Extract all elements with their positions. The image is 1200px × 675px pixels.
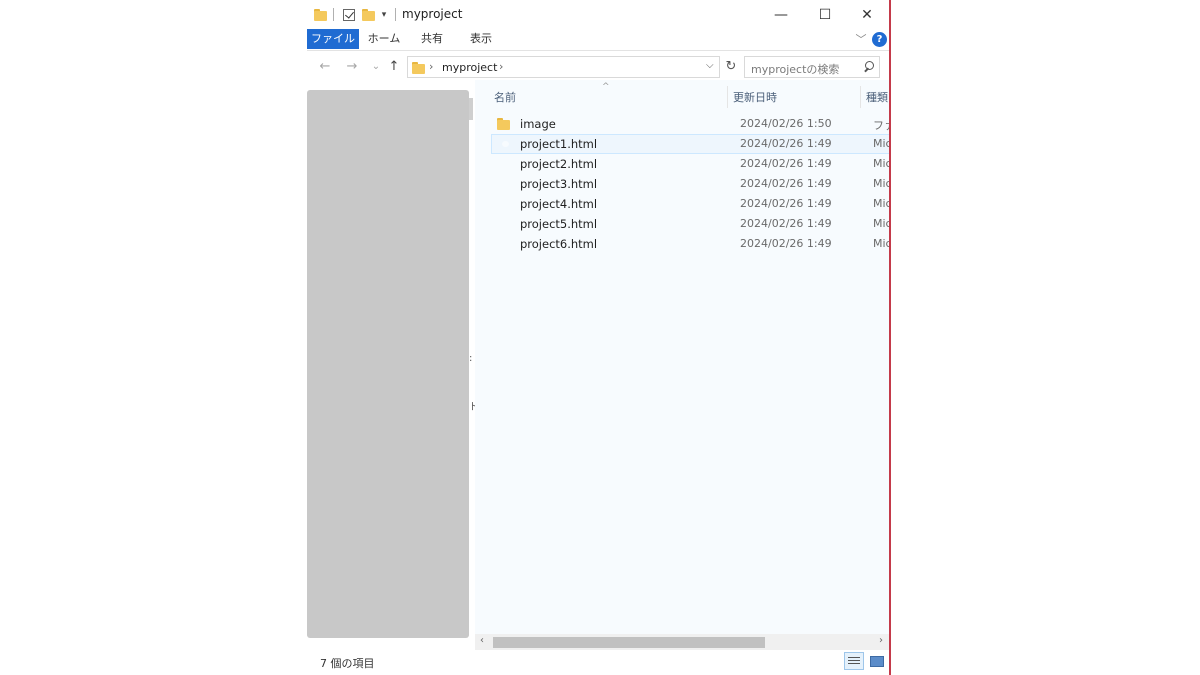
toolbar-separator <box>395 8 396 21</box>
search-box[interactable]: myprojectの検索 <box>744 56 880 78</box>
scrollbar-thumb[interactable] <box>493 637 765 648</box>
item-count: 7 個の項目 <box>320 657 375 670</box>
file-type: Micro <box>873 197 889 210</box>
list-item[interactable]: project3.html 2024/02/26 1:49 Micro <box>491 174 889 194</box>
tab-view[interactable]: 表示 <box>461 29 501 49</box>
file-type: Micro <box>873 157 889 170</box>
tab-share[interactable]: 共有 <box>413 29 451 49</box>
file-list: ^ 名前 更新日時 種類 image 2024/02/26 1:50 ファイ p… <box>475 80 889 635</box>
sort-ascending-icon: ^ <box>602 82 610 92</box>
folder-icon <box>497 118 512 133</box>
title-bar: ▾ myproject — ☐ ✕ <box>307 0 889 29</box>
scroll-left-icon[interactable]: ‹ <box>480 635 484 646</box>
quick-access-dropdown-icon[interactable]: ▾ <box>379 6 389 24</box>
new-folder-icon[interactable] <box>361 6 375 24</box>
breadcrumb-myproject[interactable]: myproject <box>442 61 497 74</box>
search-input[interactable]: myprojectの検索 <box>751 61 839 77</box>
file-date: 2024/02/26 1:49 <box>740 217 832 230</box>
forward-arrow-icon[interactable]: → <box>343 58 361 76</box>
navigation-pane-scrollbar[interactable] <box>469 98 473 120</box>
address-folder-icon <box>412 62 425 74</box>
details-view-icon[interactable] <box>844 652 864 670</box>
file-name: project2.html <box>520 157 598 171</box>
ribbon-expand-icon[interactable]: ﹀ <box>854 31 868 46</box>
refresh-icon[interactable]: ↻ <box>721 57 741 77</box>
back-arrow-icon[interactable]: ← <box>316 58 334 76</box>
horizontal-scrollbar[interactable]: ‹ › <box>475 634 889 650</box>
file-name: project1.html <box>520 137 598 151</box>
status-bar: 7 個の項目 <box>307 650 889 675</box>
file-name: project4.html <box>520 197 598 211</box>
file-date: 2024/02/26 1:49 <box>740 237 832 250</box>
file-date: 2024/02/26 1:49 <box>740 197 832 210</box>
file-date: 2024/02/26 1:49 <box>740 177 832 190</box>
column-header-date[interactable]: 更新日時 <box>733 89 777 109</box>
list-item[interactable]: project5.html 2024/02/26 1:49 Micro <box>491 214 889 234</box>
file-date: 2024/02/26 1:49 <box>740 157 832 170</box>
column-divider[interactable] <box>727 86 728 108</box>
list-item[interactable]: project1.html 2024/02/26 1:49 Micro <box>491 134 889 154</box>
help-icon[interactable]: ? <box>872 32 887 47</box>
file-explorer-window: ▾ myproject — ☐ ✕ ファイル ホーム 共有 表示 ﹀ ? ← →… <box>307 0 891 675</box>
navigation-pane-edge-mark: : <box>469 353 473 364</box>
file-date: 2024/02/26 1:50 <box>740 117 832 130</box>
ribbon-tabs: ファイル ホーム 共有 表示 ﹀ ? <box>307 29 889 51</box>
toolbar-separator <box>333 8 334 21</box>
file-type: ファイ <box>873 119 889 132</box>
address-bar[interactable]: › myproject › ⌵ <box>407 56 720 78</box>
file-name: image <box>520 117 556 131</box>
file-type: Micro <box>873 137 889 150</box>
scroll-right-icon[interactable]: › <box>879 635 883 646</box>
explorer-folder-icon <box>313 6 327 24</box>
navigation-bar: ← → ⌄ ↑ › myproject › ⌵ ↻ myprojectの検索 <box>307 54 889 80</box>
navigation-pane[interactable] <box>307 90 469 638</box>
file-type: Micro <box>873 217 889 230</box>
column-divider[interactable] <box>860 86 861 108</box>
search-icon[interactable] <box>861 60 875 74</box>
list-item[interactable]: project6.html 2024/02/26 1:49 Micro <box>491 234 889 254</box>
file-name: project3.html <box>520 177 598 191</box>
file-type: Micro <box>873 177 889 190</box>
maximize-button[interactable]: ☐ <box>803 0 847 29</box>
window-title: myproject <box>402 7 463 21</box>
tab-home[interactable]: ホーム <box>363 29 405 49</box>
list-item[interactable]: project2.html 2024/02/26 1:49 Micro <box>491 154 889 174</box>
list-item[interactable]: project4.html 2024/02/26 1:49 Micro <box>491 194 889 214</box>
close-button[interactable]: ✕ <box>845 0 889 29</box>
file-name: project6.html <box>520 237 598 251</box>
list-item[interactable]: image 2024/02/26 1:50 ファイ <box>491 114 889 134</box>
file-name: project5.html <box>520 217 598 231</box>
file-type: Micro <box>873 237 889 250</box>
column-header-name[interactable]: 名前 <box>494 89 516 109</box>
minimize-button[interactable]: — <box>759 0 803 29</box>
column-header-type[interactable]: 種類 <box>866 89 888 109</box>
breadcrumb-separator: › <box>429 60 434 73</box>
address-dropdown-icon[interactable]: ⌵ <box>706 60 714 71</box>
tab-file[interactable]: ファイル <box>307 29 359 49</box>
file-date: 2024/02/26 1:49 <box>740 137 832 150</box>
up-arrow-icon[interactable]: ↑ <box>385 58 403 76</box>
large-icons-view-icon[interactable] <box>867 652 887 670</box>
breadcrumb-separator[interactable]: › <box>499 60 503 73</box>
recent-locations-icon[interactable]: ⌄ <box>367 58 385 76</box>
properties-check-icon[interactable] <box>341 6 357 24</box>
